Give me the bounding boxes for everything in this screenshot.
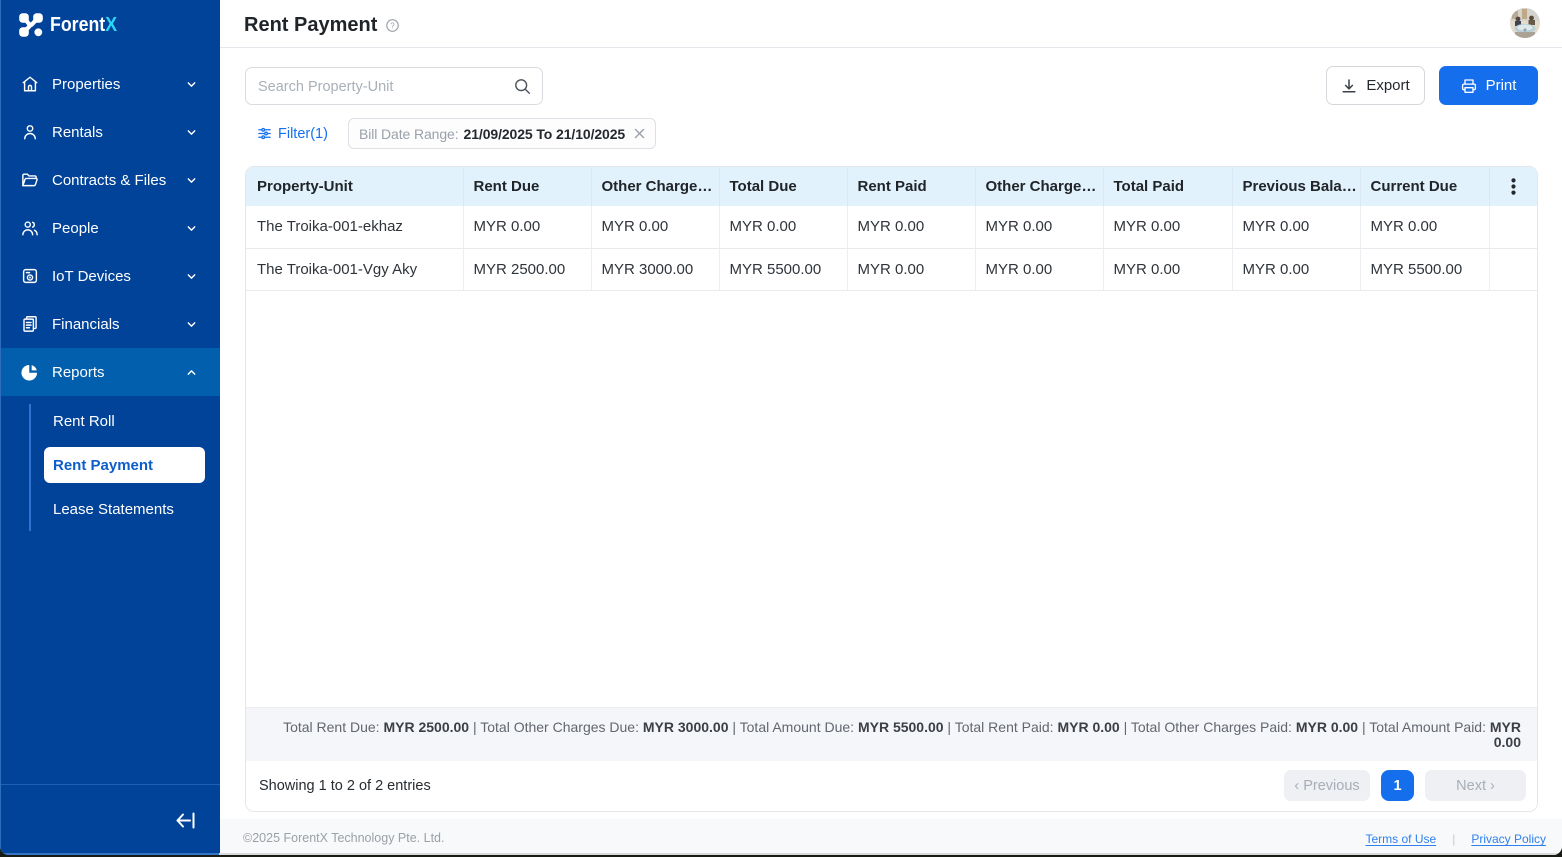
svg-text:?: ? [390,21,395,30]
